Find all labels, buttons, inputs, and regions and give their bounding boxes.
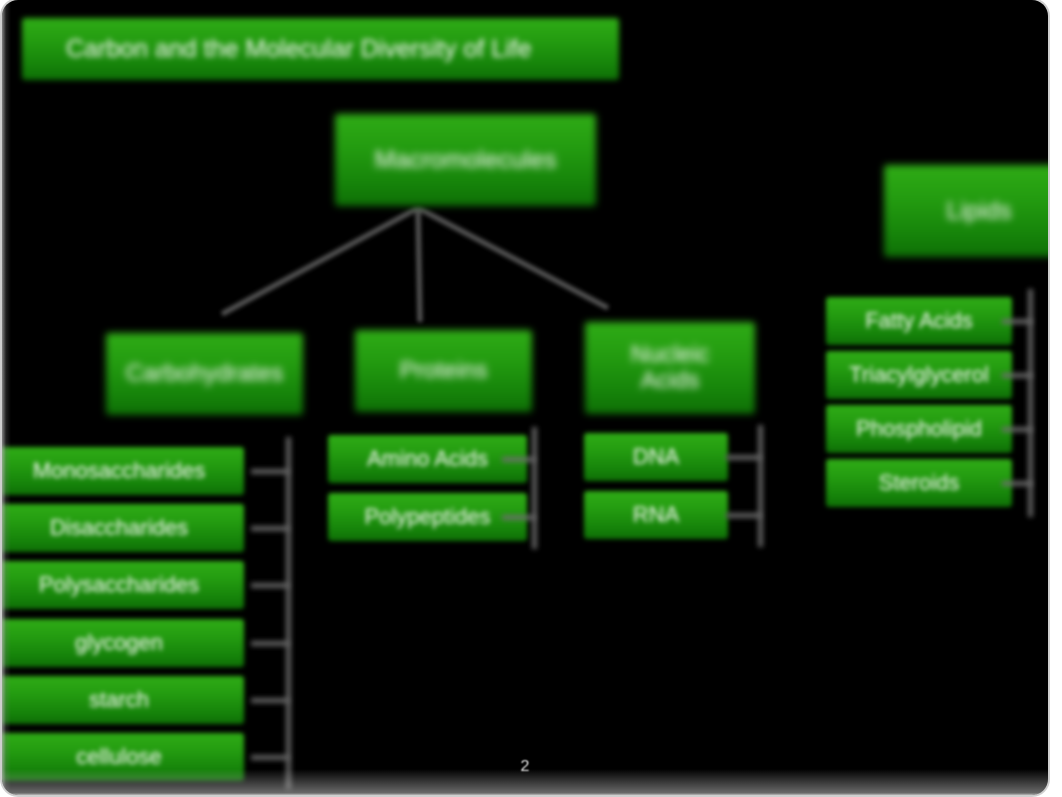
node-polypeptides-label: Polypeptides [364,504,491,530]
bracket-stub-monosaccharides [251,469,289,474]
node-macromolecules[interactable]: Macromolecules [335,114,596,206]
bracket-spine-nucleic-acids [758,425,763,547]
node-nucleic-acids-label: Nucleic Acids [630,341,710,394]
node-amino-acids[interactable]: Amino Acids [328,435,527,483]
bracket-stub-rna [726,513,761,518]
node-amino-acids-label: Amino Acids [366,446,489,472]
node-carbohydrates[interactable]: Carbohydrates [106,333,303,415]
connector-to-proteins [415,207,423,323]
connector-to-carbohydrates [220,205,420,317]
bracket-stub-disaccharides [251,526,289,531]
node-steroids-label: Steroids [878,470,960,496]
bracket-stub-phospholipid [1002,427,1032,432]
node-dna[interactable]: DNA [584,433,728,481]
node-fatty-acids[interactable]: Fatty Acids [826,297,1012,345]
slide-title: Carbon and the Molecular Diversity of Li… [22,18,619,80]
node-nucleic-acids[interactable]: Nucleic Acids [585,322,755,414]
node-rna-label: RNA [632,502,680,528]
node-glycogen-label: glycogen [74,630,164,656]
node-steroids[interactable]: Steroids [826,459,1012,507]
node-lipids[interactable]: Lipids [884,165,1048,257]
bracket-stub-steroids [1002,481,1032,486]
node-rna[interactable]: RNA [584,491,728,539]
node-starch-label: starch [89,687,149,713]
node-lipids-label: Lipids [946,196,1012,225]
node-macromolecules-label: Macromolecules [374,145,557,174]
connector-to-nucleic-acids [416,205,610,311]
node-phospholipid-label: Phospholipid [856,416,982,442]
bracket-stub-triacylglycerol [1002,373,1032,378]
page-number: 2 [520,758,530,775]
bracket-spine-proteins [532,427,537,549]
node-proteins-label: Proteins [399,357,488,385]
node-fatty-acids-label: Fatty Acids [865,308,973,334]
node-proteins[interactable]: Proteins [355,330,532,412]
node-dna-label: DNA [632,444,680,470]
bracket-stub-polypeptides [502,515,535,520]
bracket-stub-fatty-acids [1002,319,1032,324]
node-carbohydrates-label: Carbohydrates [125,360,284,388]
node-phospholipid[interactable]: Phospholipid [826,405,1012,453]
node-polysaccharides[interactable]: Polysaccharides [2,561,244,609]
node-disaccharides-label: Disaccharides [49,515,189,541]
bracket-stub-amino-acids [502,457,535,462]
node-polypeptides[interactable]: Polypeptides [328,493,527,541]
node-monosaccharides-label: Monosaccharides [32,458,206,484]
node-monosaccharides[interactable]: Monosaccharides [2,447,244,495]
bracket-stub-glycogen [251,641,289,646]
node-glycogen[interactable]: glycogen [2,619,244,667]
node-triacylglycerol-label: Triacylglycerol [849,362,989,388]
bracket-spine-carbohydrates [286,437,291,789]
slide: Carbon and the Molecular Diversity of Li… [2,0,1048,795]
node-disaccharides[interactable]: Disaccharides [2,504,244,552]
bracket-stub-dna [726,455,761,460]
bracket-stub-polysaccharides [251,583,289,588]
slide-title-label: Carbon and the Molecular Diversity of Li… [66,34,532,63]
bracket-stub-starch [251,698,289,703]
node-triacylglycerol[interactable]: Triacylglycerol [826,351,1012,399]
node-polysaccharides-label: Polysaccharides [38,572,200,598]
node-starch[interactable]: starch [2,676,244,724]
